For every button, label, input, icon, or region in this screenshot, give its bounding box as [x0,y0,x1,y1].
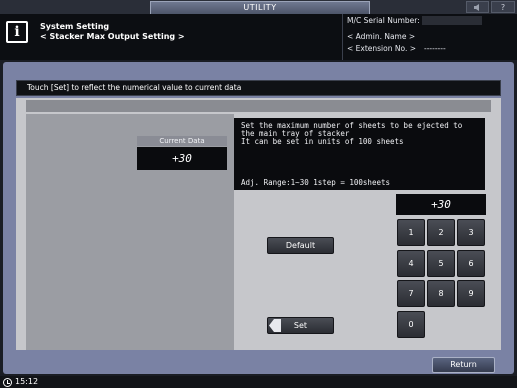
page-title: System Setting [40,22,110,31]
adjustment-range: Adj. Range:1~30 1step = 100sheets [241,178,391,187]
message-bar: Touch [Set] to reflect the numerical val… [16,80,501,96]
key-5[interactable]: 5 [427,250,455,277]
arrow-left-icon [269,319,281,332]
status-footer [0,376,517,388]
description-line-3: It can be set in units of 100 sheets [241,137,404,146]
clock-hand-minute [7,383,10,384]
current-data-label: Current Data [137,136,227,146]
key-9[interactable]: 9 [457,280,485,307]
info-icon: i [6,21,28,43]
key-3[interactable]: 3 [457,219,485,246]
key-8[interactable]: 8 [427,280,455,307]
extension-value: -------- [424,44,446,53]
current-data-value: +30 [137,147,227,170]
return-button[interactable]: Return [432,357,495,373]
speaker-icon[interactable] [466,1,489,13]
key-0[interactable]: 0 [397,311,425,338]
help-button[interactable]: ? [491,1,515,13]
extension-label: < Extension No. > [347,44,416,53]
key-2[interactable]: 2 [427,219,455,246]
default-button[interactable]: Default [267,237,334,254]
serial-number-value [422,16,482,25]
content-header-strip [26,100,491,112]
admin-name-label: < Admin. Name > [347,32,416,41]
page-subtitle: < Stacker Max Output Setting > [40,32,185,41]
key-1[interactable]: 1 [397,219,425,246]
clock-time: 15:12 [15,377,39,386]
key-7[interactable]: 7 [397,280,425,307]
tab-utility[interactable]: UTILITY [150,1,370,14]
key-4[interactable]: 4 [397,250,425,277]
key-6[interactable]: 6 [457,250,485,277]
input-value-display: +30 [396,194,486,215]
serial-number-label: M/C Serial Number: [347,16,420,25]
description-box: Set the maximum number of sheets to be e… [234,118,485,190]
